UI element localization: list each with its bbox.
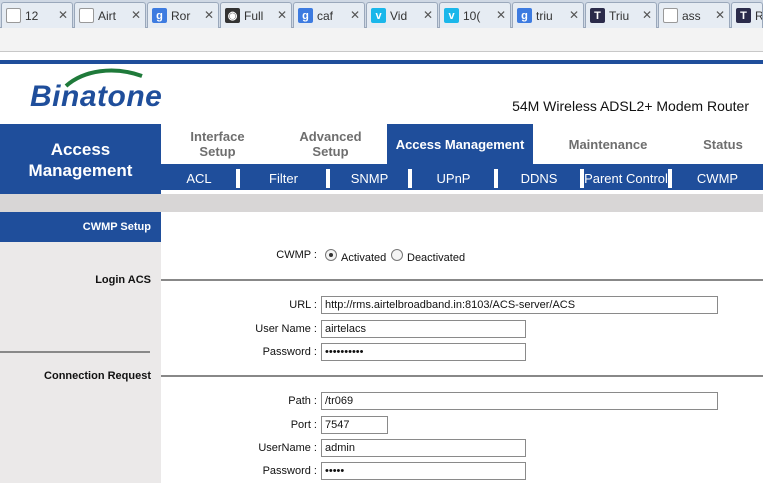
subtab-ddns[interactable]: DDNS bbox=[498, 169, 580, 188]
subtab-cwmp[interactable]: CWMP bbox=[672, 169, 763, 188]
port-label: Port : bbox=[290, 419, 317, 431]
browser-tab[interactable]: ass ✕ bbox=[658, 2, 730, 28]
browser-tab[interactable]: ◉ Full ✕ bbox=[220, 2, 292, 28]
vimeo-icon: v bbox=[371, 8, 386, 23]
page-icon bbox=[79, 8, 94, 23]
google-icon: g bbox=[517, 8, 532, 23]
page-icon bbox=[6, 8, 21, 23]
browser-tab[interactable]: g Ror ✕ bbox=[147, 2, 219, 28]
password-input[interactable]: •••••••••• bbox=[321, 343, 526, 361]
close-tab-icon[interactable]: ✕ bbox=[58, 8, 68, 22]
browser-tab[interactable]: TRe bbox=[731, 2, 763, 28]
activated-label: Activated bbox=[341, 252, 387, 264]
deactivated-label: Deactivated bbox=[407, 252, 466, 264]
url-input[interactable]: http://rms.airtelbroadband.in:8103/ACS-s… bbox=[321, 296, 718, 314]
browser-tab[interactable]: v Vid ✕ bbox=[366, 2, 438, 28]
browser-tab[interactable]: v 10(✕ bbox=[439, 2, 511, 28]
url-label: URL : bbox=[289, 299, 317, 311]
browser-tab-strip: 12 ✕ Airt ✕ g Ror ✕ ◉ Full ✕ g caf ✕ v Vid ✕ v 10(✕… bbox=[0, 0, 763, 28]
browser-tab[interactable]: g triu ✕ bbox=[512, 2, 584, 28]
cwmp-activated-radio[interactable] bbox=[325, 249, 337, 261]
tab-interface-setup[interactable]: Interface Setup bbox=[161, 124, 274, 164]
page-heading: CWMP Setup bbox=[0, 212, 161, 242]
section-divider bbox=[161, 279, 763, 281]
close-tab-icon[interactable]: ✕ bbox=[715, 8, 725, 22]
browser-tab[interactable]: T Triu ✕ bbox=[585, 2, 657, 28]
eye-icon: ◉ bbox=[225, 8, 240, 23]
browser-tab[interactable]: Airt ✕ bbox=[74, 2, 146, 28]
tab-access-management[interactable]: Access Management bbox=[387, 124, 533, 164]
section-title: Access Management bbox=[0, 124, 161, 194]
cwmp-form: CWMP : Activated Deactivated URL : http:… bbox=[161, 212, 763, 483]
close-tab-icon[interactable]: ✕ bbox=[642, 8, 652, 22]
tab-maintenance[interactable]: Maintenance bbox=[533, 124, 683, 164]
cr-username-label: UserName : bbox=[258, 442, 317, 454]
subtab-upnp[interactable]: UPnP bbox=[412, 169, 495, 188]
cr-password-label: Password : bbox=[262, 465, 317, 477]
t-icon: T bbox=[590, 8, 605, 23]
model-title: 54M Wireless ADSL2+ Modem Router bbox=[512, 98, 749, 114]
cr-username-input[interactable]: admin bbox=[321, 439, 526, 457]
subtab-acl[interactable]: ACL bbox=[161, 169, 237, 188]
sub-nav-bar: ACL Filter SNMP UPnP DDNS Parent Control… bbox=[161, 164, 763, 190]
t-icon: T bbox=[736, 8, 751, 23]
left-divider bbox=[0, 351, 150, 353]
path-label: Path : bbox=[288, 395, 317, 407]
nav-top-bar: Interface Setup Advanced Setup Access Mana… bbox=[161, 124, 763, 164]
close-tab-icon[interactable]: ✕ bbox=[350, 8, 360, 22]
cwmp-deactivated-radio[interactable] bbox=[391, 249, 403, 261]
section-label-connection-request: Connection Request bbox=[44, 370, 151, 382]
brand-logo: Binatone bbox=[30, 80, 163, 113]
username-label: User Name : bbox=[255, 323, 317, 335]
path-input[interactable]: /tr069 bbox=[321, 392, 718, 410]
page-icon bbox=[663, 8, 678, 23]
close-tab-icon[interactable]: ✕ bbox=[277, 8, 287, 22]
tab-status[interactable]: Status bbox=[683, 124, 763, 164]
subtab-snmp[interactable]: SNMP bbox=[330, 169, 409, 188]
tab-advanced-setup[interactable]: Advanced Setup bbox=[274, 124, 387, 164]
google-icon: g bbox=[152, 8, 167, 23]
username-input[interactable]: airtelacs bbox=[321, 320, 526, 338]
port-input[interactable]: 7547 bbox=[321, 416, 388, 434]
close-tab-icon[interactable]: ✕ bbox=[423, 8, 433, 22]
main-nav: Access Management Interface Setup Advanced… bbox=[0, 124, 763, 194]
close-tab-icon[interactable]: ✕ bbox=[204, 8, 214, 22]
cr-password-input[interactable]: ••••• bbox=[321, 462, 526, 480]
close-tab-icon[interactable]: ✕ bbox=[496, 8, 506, 22]
subtab-filter[interactable]: Filter bbox=[240, 169, 327, 188]
section-label-login-acs: Login ACS bbox=[95, 274, 151, 286]
vimeo-icon: v bbox=[444, 8, 459, 23]
section-divider bbox=[161, 375, 763, 377]
browser-toolbar bbox=[0, 28, 763, 52]
browser-tab[interactable]: g caf ✕ bbox=[293, 2, 365, 28]
password-label: Password : bbox=[262, 346, 317, 358]
close-tab-icon[interactable]: ✕ bbox=[569, 8, 579, 22]
subtab-parent-control[interactable]: Parent Control bbox=[584, 169, 668, 188]
google-icon: g bbox=[298, 8, 313, 23]
router-header: Binatone 54M Wireless ADSL2+ Modem Route… bbox=[0, 60, 763, 124]
left-panel: CWMP Setup Login ACS Connection Request bbox=[0, 212, 161, 483]
close-tab-icon[interactable]: ✕ bbox=[131, 8, 141, 22]
divider-bar bbox=[0, 194, 763, 212]
browser-tab[interactable]: 12 ✕ bbox=[1, 2, 73, 28]
cwmp-label: CWMP : bbox=[276, 249, 317, 261]
